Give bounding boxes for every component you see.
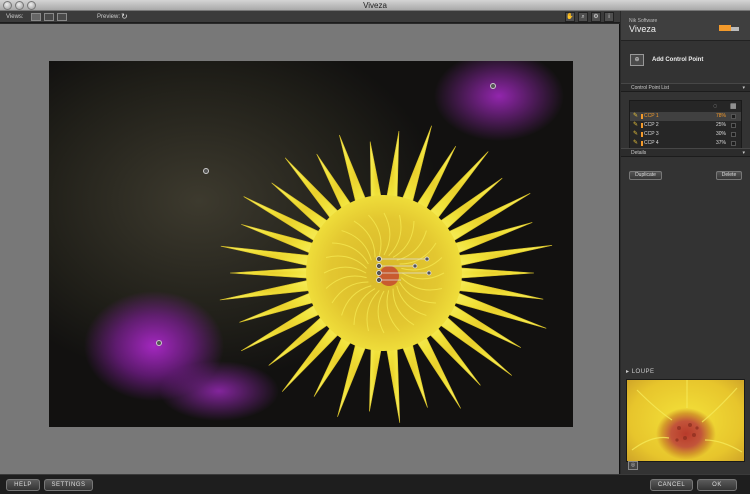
zoom-tool-icon[interactable]: ⌕: [578, 12, 588, 22]
details-label: Details: [631, 150, 647, 156]
product-name: Viveza: [629, 24, 656, 34]
color-swatch: [641, 141, 643, 146]
control-point-checkbox[interactable]: [731, 114, 736, 119]
control-point-row[interactable]: ✎ CCP 2 25%: [630, 121, 741, 130]
control-point-name: CCP 1: [644, 113, 659, 119]
control-point-list-label: Control Point List: [631, 85, 670, 91]
split-view-icon[interactable]: [44, 13, 54, 21]
info-icon[interactable]: i: [604, 12, 614, 22]
views-label: Views:: [6, 14, 24, 20]
color-swatch: [641, 114, 643, 119]
bottom-bar: HELP SETTINGS CANCEL OK: [0, 474, 750, 494]
control-point-percent: 37%: [716, 140, 727, 146]
help-button[interactable]: HELP: [6, 479, 40, 491]
control-point-row[interactable]: ✎ CCP 1 78%: [630, 112, 741, 121]
flower-petal: [229, 267, 315, 279]
control-point-marker[interactable]: [203, 168, 209, 174]
collapse-chevron-icon[interactable]: ▾: [742, 84, 745, 92]
loupe-preview: [626, 379, 745, 462]
flower-illustration: [219, 125, 553, 423]
control-point-list: ◌ ▦ ✎ CCP 1 78% ✎ CCP 2 25% ✎ CCP 3 30% …: [629, 100, 742, 155]
refresh-icon[interactable]: ↻: [121, 12, 128, 22]
control-point-marker[interactable]: [490, 83, 496, 89]
loupe-label-text: LOUPE: [631, 369, 655, 375]
pencil-icon: ✎: [633, 122, 639, 128]
circle-visibility-icon[interactable]: ◌: [713, 103, 717, 110]
ok-button[interactable]: OK: [697, 479, 737, 491]
control-point-list-header[interactable]: Control Point List ▾: [621, 83, 750, 92]
control-point-checkbox[interactable]: [731, 132, 736, 137]
details-header[interactable]: Details ▾: [621, 148, 750, 157]
settings-button[interactable]: SETTINGS: [44, 479, 93, 491]
flower-photo[interactable]: [49, 61, 573, 427]
cancel-button[interactable]: CANCEL: [650, 479, 693, 491]
add-control-point-button[interactable]: ⊕: [630, 54, 644, 66]
flower-petal: [453, 267, 535, 279]
window-title: Viveza: [363, 1, 387, 10]
loupe-label: ▸ LOUPE: [626, 369, 655, 375]
control-point-row[interactable]: ✎ CCP 4 37%: [630, 139, 741, 148]
image-canvas[interactable]: [0, 24, 620, 474]
loupe-illustration: [631, 380, 743, 453]
duplicate-button[interactable]: Duplicate: [629, 171, 662, 180]
control-point-percent: 78%: [716, 113, 727, 119]
single-view-icon[interactable]: [31, 13, 41, 21]
hand-icon[interactable]: ✋: [565, 12, 575, 22]
control-point-row[interactable]: ✎ CCP 3 30%: [630, 130, 741, 139]
color-swatch: [641, 123, 643, 128]
control-point-percent: 30%: [716, 131, 727, 137]
calendar-icon[interactable]: ▦: [730, 103, 737, 110]
pencil-icon: ✎: [633, 140, 639, 146]
loupe-toggle-icon[interactable]: ◎: [628, 461, 638, 470]
control-point-percent: 25%: [716, 122, 727, 128]
color-swatch: [641, 132, 643, 137]
preview-label: Preview:: [97, 14, 121, 20]
pencil-icon: ✎: [633, 113, 639, 119]
control-point-list-header-row: ◌ ▦: [630, 101, 741, 112]
right-panel: Nik Software Viveza ⊕ Add Control Point …: [621, 11, 750, 474]
side-by-side-view-icon[interactable]: [57, 13, 67, 21]
control-point-checkbox[interactable]: [731, 141, 736, 146]
delete-button[interactable]: Delete: [716, 171, 742, 180]
pencil-icon: ✎: [633, 131, 639, 137]
toolbar: Views: Preview: ↻ ✋ ⌕ ⚙ i: [0, 11, 620, 23]
control-point-name: CCP 4: [644, 140, 659, 146]
control-point-name: CCP 2: [644, 122, 659, 128]
gear-icon[interactable]: ⚙: [591, 12, 601, 22]
add-control-point-label: Add Control Point: [652, 57, 704, 63]
control-point-name: CCP 3: [644, 131, 659, 137]
brand-header: Nik Software Viveza: [621, 11, 750, 41]
control-point-marker[interactable]: [156, 340, 162, 346]
control-point-checkbox[interactable]: [731, 123, 736, 128]
collapse-chevron-icon[interactable]: ▾: [742, 149, 745, 157]
nik-logo-icon: [719, 25, 739, 31]
flower-petal: [446, 289, 547, 329]
title-bar: Viveza: [0, 0, 750, 11]
